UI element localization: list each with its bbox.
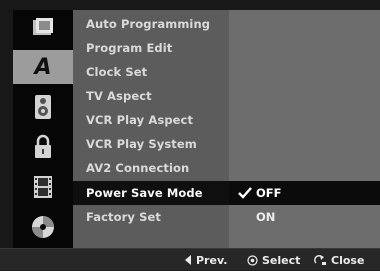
menu-item-power-save-mode[interactable]: Power Save Mode: [73, 181, 229, 205]
lock-icon[interactable]: [13, 130, 73, 164]
menu-item-av2-connection[interactable]: AV2 Connection: [73, 156, 229, 180]
disc-icon[interactable]: [13, 210, 73, 244]
enter-button-icon: [247, 254, 258, 266]
prev-label: Prev.: [196, 253, 228, 267]
setup-screen: A Auto Programming Program Edit Clock Se…: [0, 0, 380, 270]
checkmark-icon: [237, 181, 253, 205]
close-hint[interactable]: Close: [313, 249, 364, 271]
menu-item-factory-set[interactable]: Factory Set: [73, 205, 229, 229]
language-icon-glyph: A: [34, 54, 52, 80]
navigation-bar: Prev. Select Close: [0, 248, 380, 270]
menu-item-auto-programming[interactable]: Auto Programming: [73, 12, 229, 36]
menu-item-program-edit[interactable]: Program Edit: [73, 36, 229, 60]
disc-setup-icon[interactable]: [13, 10, 73, 44]
film-icon[interactable]: [13, 170, 73, 204]
language-icon[interactable]: A: [13, 50, 73, 84]
select-hint[interactable]: Select: [247, 249, 300, 271]
select-label: Select: [262, 253, 301, 267]
close-label: Close: [331, 253, 365, 267]
menu-item-clock-set[interactable]: Clock Set: [73, 60, 229, 84]
return-icon: [314, 255, 326, 265]
option-off[interactable]: OFF: [229, 181, 380, 205]
option-on-label: ON: [256, 210, 276, 224]
options-panel: OFF ON: [229, 10, 380, 248]
prev-hint[interactable]: Prev.: [184, 249, 227, 271]
left-arrow-icon: [185, 255, 191, 265]
option-on[interactable]: ON: [229, 205, 380, 229]
menu-item-vcr-play-system[interactable]: VCR Play System: [73, 132, 229, 156]
speaker-icon[interactable]: [13, 90, 73, 124]
menu-item-tv-aspect[interactable]: TV Aspect: [73, 84, 229, 108]
option-off-label: OFF: [256, 186, 282, 200]
menu-item-vcr-play-aspect[interactable]: VCR Play Aspect: [73, 108, 229, 132]
setup-menu: Auto Programming Program Edit Clock Set …: [73, 10, 229, 248]
category-rail: A: [13, 10, 73, 248]
